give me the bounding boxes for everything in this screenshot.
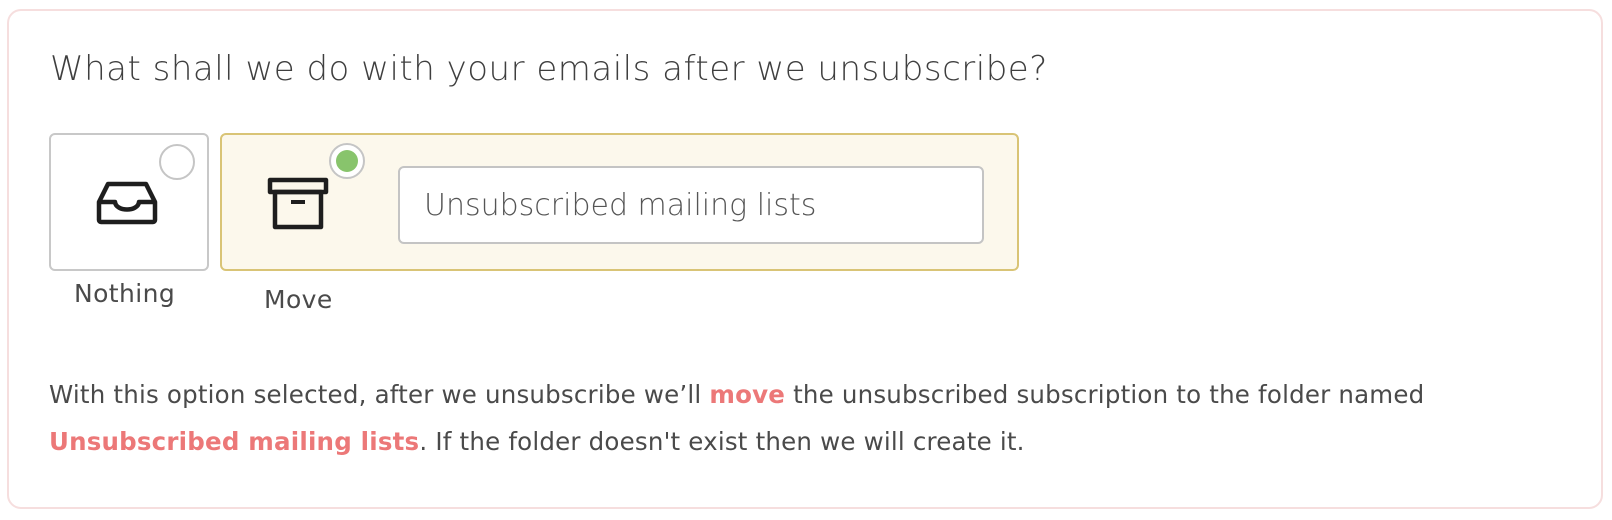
archive-box-icon [267, 177, 329, 235]
option-move-tile[interactable] [220, 133, 1019, 271]
radio-selected-dot [336, 150, 358, 172]
inbox-tray-icon [96, 181, 158, 229]
question-heading: What shall we do with your emails after … [50, 49, 1048, 89]
description-highlight-folder: Unsubscribed mailing lists [49, 427, 420, 456]
option-nothing-radio[interactable] [159, 144, 195, 180]
option-move-radio[interactable] [329, 143, 365, 179]
description-text-1: With this option selected, after we unsu… [49, 380, 710, 409]
option-nothing-label: Nothing [74, 279, 176, 308]
option-move-label: Move [264, 285, 333, 314]
option-nothing-tile[interactable] [49, 133, 209, 271]
description-highlight-action: move [709, 380, 786, 409]
option-description: With this option selected, after we unsu… [49, 371, 1579, 465]
description-text-3: . If the folder doesn't exist then we wi… [419, 427, 1025, 456]
description-text-2: the unsubscribed subscription to the fol… [785, 380, 1425, 409]
folder-name-input[interactable] [398, 166, 984, 244]
unsubscribe-settings-panel: What shall we do with your emails after … [7, 9, 1603, 509]
